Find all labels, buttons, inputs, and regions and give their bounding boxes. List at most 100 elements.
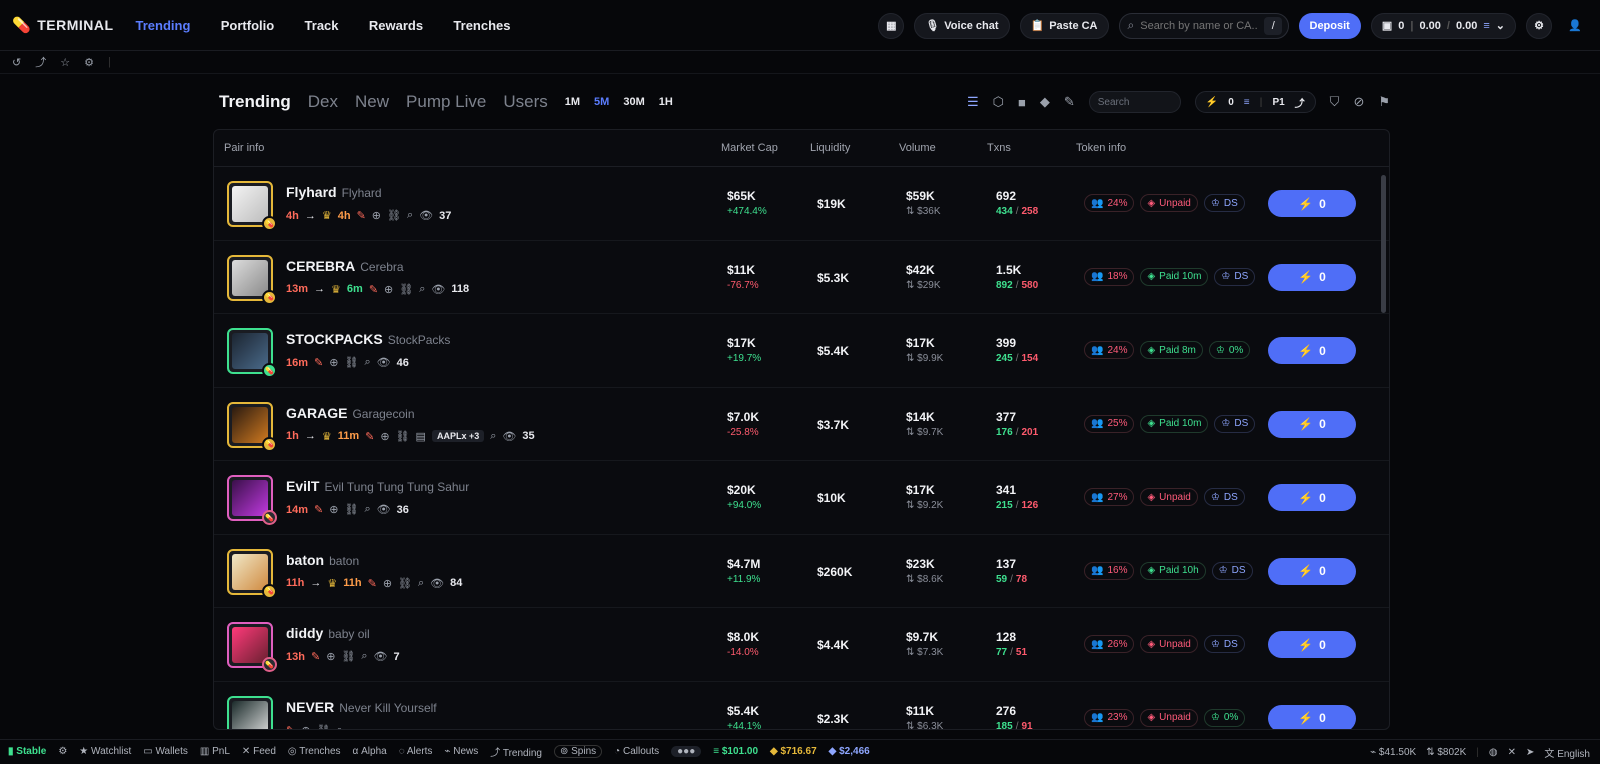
table-row[interactable]: 💊 EvilT Evil Tung Tung Tung Sahur 14m ✎ ⊕ ⛓ ⌕… <box>214 461 1389 535</box>
global-search-input[interactable] <box>1140 19 1259 32</box>
layers-icon[interactable]: ☰ <box>967 94 979 110</box>
top-holders-chip[interactable]: 👥 24% <box>1084 341 1135 359</box>
token-symbol[interactable]: GARAGE Garagecoin <box>286 405 415 421</box>
paste-ca-button[interactable]: 📋 Paste CA <box>1019 12 1109 39</box>
pump-icon[interactable]: ✎ <box>369 283 378 296</box>
star-icon[interactable]: ☆ <box>60 56 70 69</box>
footer-trenches[interactable]: ◎ Trenches <box>288 746 341 757</box>
quick-buy-button[interactable]: ⚡ 0 <box>1268 484 1356 511</box>
logo[interactable]: 💊 TERMINAL <box>12 16 114 34</box>
pump-icon[interactable]: ✎ <box>365 430 374 443</box>
ethereum-icon[interactable]: ◆ <box>1040 94 1050 110</box>
table-scrollbar[interactable] <box>1381 175 1386 313</box>
token-avatar[interactable]: 💊 <box>227 622 277 672</box>
search-icon[interactable]: ⌕ <box>336 724 342 730</box>
search-icon[interactable]: ⌕ <box>418 577 424 590</box>
nav-rewards[interactable]: Rewards <box>369 18 423 33</box>
top-holders-chip[interactable]: 👥 16% <box>1084 561 1135 580</box>
token-avatar[interactable]: 💊 <box>227 254 277 305</box>
token-avatar[interactable]: 💊 <box>227 475 277 525</box>
timeframe-5m[interactable]: 5M <box>594 96 609 108</box>
top-holders-chip[interactable]: 👥 26% <box>1084 635 1135 653</box>
quick-buy-button[interactable]: ⚡ 0 <box>1268 337 1356 364</box>
website-icon[interactable]: ⊕ <box>380 430 389 443</box>
dex-paid-chip[interactable]: ◈ Paid 10m <box>1140 414 1209 433</box>
footer-watchlist[interactable]: ★ Watchlist <box>79 746 131 757</box>
top-holders-chip[interactable]: 👥 27% <box>1084 488 1135 506</box>
top-holders-chip[interactable]: 👥 23% <box>1084 708 1135 727</box>
dev-sold-chip[interactable]: ♔ DS <box>1214 414 1256 433</box>
nav-trending[interactable]: Trending <box>136 18 191 33</box>
token-avatar[interactable]: 💊 <box>227 401 277 452</box>
footer-alpha[interactable]: α Alpha <box>353 746 387 757</box>
footer-settings-icon[interactable]: ⚙ <box>58 746 67 757</box>
dev-sold-chip[interactable]: ♔ DS <box>1203 194 1245 212</box>
deposit-button[interactable]: Deposit <box>1298 12 1361 39</box>
telegram-icon[interactable]: ➤ <box>1526 747 1534 758</box>
token-symbol[interactable]: NEVER Never Kill Yourself <box>286 699 437 715</box>
search-icon[interactable]: ⌕ <box>364 356 370 369</box>
wallet-selector[interactable]: ▣ 0 | 0.00 / 0.00 ≡ ⌄ <box>1370 12 1516 39</box>
top-holders-chip[interactable]: 👥 18% <box>1084 267 1135 286</box>
quick-buy-button[interactable]: ⚡ 0 <box>1268 410 1356 438</box>
nav-track[interactable]: Track <box>305 18 339 33</box>
quick-buy-button[interactable]: ⚡ 0 <box>1268 557 1356 585</box>
profile-button[interactable]: 👤 <box>1562 13 1588 39</box>
table-row[interactable]: 💊 NEVER Never Kill Yourself ✎ ⊕ ⛓ ⌕ $5.4K +4… <box>214 682 1389 730</box>
gear-icon[interactable]: ⚙ <box>84 56 94 69</box>
table-row[interactable]: 💊 CEREBRA Cerebra 13m → ♛ 6m ✎ ⊕ ⛓ ⌕ 👁 118 $11K -7… <box>214 241 1389 314</box>
header-txns[interactable]: Txns <box>987 142 1011 154</box>
pump-icon[interactable]: ✎ <box>314 356 323 369</box>
link-icon[interactable]: ⛓ <box>396 430 410 443</box>
token-symbol[interactable]: CEREBRA Cerebra <box>286 258 404 274</box>
pump-icon[interactable]: ✎ <box>357 209 366 222</box>
token-avatar[interactable]: 💊 <box>227 695 273 729</box>
link-icon[interactable]: ⛓ <box>344 356 358 369</box>
dex-paid-chip[interactable]: ◈ Unpaid <box>1140 488 1198 506</box>
dex-paid-chip[interactable]: ◈ Paid 10m <box>1140 267 1209 286</box>
table-row[interactable]: 💊 STOCKPACKS StockPacks 16m ✎ ⊕ ⛓ ⌕ 👁 46 $17K +… <box>214 314 1389 388</box>
link-icon[interactable]: ⛓ <box>316 724 330 730</box>
website-icon[interactable]: ⊕ <box>383 577 392 590</box>
dev-sold-chip[interactable]: ♔ DS <box>1203 488 1245 506</box>
dev-sold-chip[interactable]: ♔ 0% <box>1203 708 1246 727</box>
search-icon[interactable]: ⌕ <box>364 503 370 516</box>
dev-sold-chip[interactable]: ♔ DS <box>1211 561 1253 580</box>
dex-paid-chip[interactable]: ◈ Unpaid <box>1140 708 1198 727</box>
timeframe-30m[interactable]: 30M <box>623 96 644 108</box>
footer-wallets[interactable]: ▭ Wallets <box>143 746 188 757</box>
qr-scan-button[interactable]: ▦ <box>878 12 905 39</box>
quick-buy-button[interactable]: ⚡ 0 <box>1268 263 1356 291</box>
table-row[interactable]: 💊 diddy baby oil 13h ✎ ⊕ ⛓ ⌕ 👁 7 $8.0K -14.0% $… <box>214 608 1389 682</box>
dex-paid-chip[interactable]: ◈ Unpaid <box>1140 194 1198 212</box>
website-icon[interactable]: ⊕ <box>372 209 381 222</box>
search-icon[interactable]: ⌕ <box>361 650 367 663</box>
footer-spins[interactable]: ⊚ Spins <box>553 745 603 758</box>
token-avatar[interactable]: 💊 <box>227 328 277 378</box>
pump-icon[interactable]: ✎ <box>311 650 320 663</box>
footer-callouts[interactable]: ◔ Callouts <box>614 746 659 757</box>
search-icon[interactable]: ⌕ <box>490 430 496 443</box>
website-icon[interactable]: ⊕ <box>301 724 310 730</box>
language-selector[interactable]: 文 English <box>1544 745 1590 760</box>
quick-buy-settings[interactable]: ⚡ 0 ≡ | P1 ⤴ <box>1194 91 1316 113</box>
tab-pump-live[interactable]: Pump Live <box>406 92 486 112</box>
link-icon[interactable]: ⛓ <box>344 503 358 516</box>
nav-portfolio[interactable]: Portfolio <box>221 18 274 33</box>
feather-icon[interactable]: ✎ <box>1064 94 1075 110</box>
dev-sold-chip[interactable]: ♔ 0% <box>1208 341 1251 359</box>
holding-tag[interactable]: AAPLx +3 <box>431 430 485 442</box>
tab-trending[interactable]: Trending <box>219 92 291 112</box>
top-holders-chip[interactable]: 👥 24% <box>1084 194 1135 212</box>
table-row[interactable]: 💊 Flyhard Flyhard 4h → ♛ 4h ✎ ⊕ ⛓ ⌕ 👁 37 $65K +474… <box>214 167 1389 241</box>
website-icon[interactable]: ⊕ <box>326 650 335 663</box>
footer-pnl[interactable]: ▥ PnL <box>200 746 230 757</box>
quick-buy-button[interactable]: ⚡ 0 <box>1268 631 1356 658</box>
table-search-input[interactable]: Search <box>1088 91 1181 113</box>
header-market-cap[interactable]: Market Cap <box>721 142 778 154</box>
dex-paid-chip[interactable]: ◈ Paid 8m <box>1140 341 1203 359</box>
search-icon[interactable]: ⌕ <box>407 209 413 222</box>
table-row[interactable]: 💊 GARAGE Garagecoin 1h → ♛ 11m ✎ ⊕ ⛓ ▤ AAPLx +3 ⌕ 👁… <box>214 388 1389 461</box>
footer-trending[interactable]: ⤴ Trending <box>490 744 542 759</box>
square-icon[interactable]: ■ <box>1018 95 1026 110</box>
